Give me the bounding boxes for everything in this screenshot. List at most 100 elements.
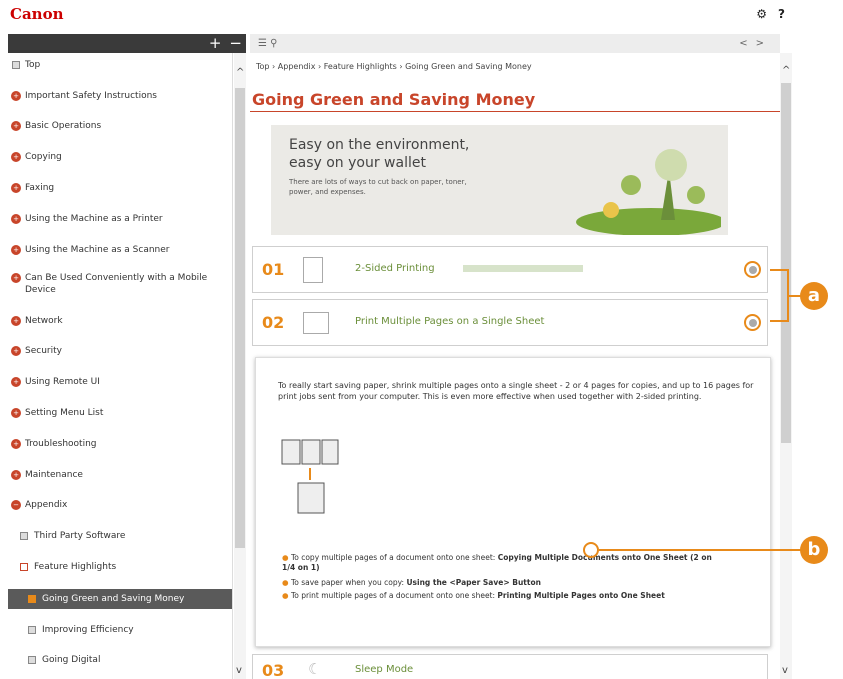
content-scrollbar[interactable]: ^ v — [780, 53, 792, 679]
multi-page-illustration — [281, 439, 339, 514]
sidebar-item-label: Feature Highlights — [34, 562, 117, 572]
expand-icon[interactable]: + — [11, 273, 21, 283]
sidebar-item[interactable]: + Important Safety Instructions — [8, 86, 232, 106]
sidebar-item-label: Going Green and Saving Money — [42, 594, 185, 604]
expand-all-button[interactable]: + — [209, 34, 222, 53]
toc-icon[interactable]: ☰ — [258, 38, 267, 49]
callout-line — [770, 269, 788, 271]
sidebar-item[interactable]: + Can Be Used Conveniently with a Mobile D… — [8, 268, 232, 298]
expand-icon[interactable]: + — [11, 408, 21, 418]
scroll-down-icon[interactable]: v — [236, 665, 242, 676]
sidebar-item-label: Going Digital — [42, 655, 101, 665]
sidebar-item-label: Using Remote UI — [25, 377, 100, 387]
breadcrumb[interactable]: Top › Appendix › Feature Highlights › Go… — [256, 62, 532, 71]
scroll-up-icon[interactable]: ^ — [782, 65, 790, 76]
help-icon[interactable]: ? — [778, 7, 785, 21]
sidebar-item[interactable]: Feature Highlights — [8, 557, 232, 577]
sidebar-item[interactable]: − Appendix — [8, 495, 232, 515]
leaf-illustration — [576, 149, 721, 235]
callout-line — [599, 549, 801, 551]
feature-card-03[interactable]: 03 Sleep Mode ☾ — [252, 654, 768, 679]
card-number: 01 — [262, 260, 285, 279]
page-icon — [12, 61, 20, 69]
callout-b: b — [800, 536, 828, 564]
feature-card-02[interactable]: 02 Print Multiple Pages on a Single Shee… — [252, 299, 768, 346]
sidebar-item[interactable]: + Security — [8, 341, 232, 361]
app-header: Canon ⚙ ? — [0, 0, 843, 30]
sidebar-item[interactable]: Going Digital — [8, 650, 232, 670]
sidebar-item-label: Important Safety Instructions — [25, 91, 157, 101]
callout-line — [770, 320, 788, 322]
sidebar-item[interactable]: + Maintenance — [8, 465, 232, 485]
sidebar-item[interactable]: + Network — [8, 311, 232, 331]
collapse-all-button[interactable]: − — [229, 34, 242, 53]
sidebar-item[interactable]: Improving Efficiency — [8, 620, 232, 640]
expand-icon[interactable]: + — [11, 377, 21, 387]
expand-icon[interactable]: + — [11, 152, 21, 162]
expand-icon[interactable]: + — [11, 91, 21, 101]
sidebar-item-label: Copying — [25, 152, 62, 162]
sidebar: + − Top + Important Safety Instructions + Ba… — [8, 34, 246, 679]
sidebar-item[interactable]: + Using the Machine as a Printer — [8, 209, 232, 229]
page-icon — [28, 595, 36, 603]
link-paper-save[interactable]: Using the <Paper Save> Button — [406, 578, 541, 587]
next-page-button[interactable]: > — [756, 38, 772, 49]
expand-icon[interactable]: + — [11, 121, 21, 131]
hero-line-2: easy on your wallet — [289, 155, 426, 171]
expanded-panel: To really start saving paper, shrink mul… — [255, 357, 771, 647]
callout-line — [787, 295, 801, 297]
sidebar-item[interactable]: Going Green and Saving Money — [8, 589, 232, 609]
collapse-icon[interactable]: − — [11, 500, 21, 510]
sidebar-item-label: Appendix — [25, 500, 68, 510]
sidebar-item-label: Basic Operations — [25, 121, 102, 131]
sidebar-item[interactable]: + Copying — [8, 147, 232, 167]
sidebar-item-label: Third Party Software — [34, 531, 126, 541]
page-title: Going Green and Saving Money — [252, 90, 536, 109]
highlight-circle — [583, 542, 599, 558]
content-scroll-thumb[interactable] — [781, 83, 791, 443]
scroll-up-icon[interactable]: ^ — [236, 67, 244, 78]
sidebar-item[interactable]: + Troubleshooting — [8, 434, 232, 454]
expand-icon[interactable]: + — [11, 346, 21, 356]
settings-icon[interactable]: ⚙ — [756, 7, 767, 21]
sidebar-scrollbar[interactable]: ^ v — [234, 53, 246, 679]
scroll-down-icon[interactable]: v — [782, 665, 788, 676]
expand-toggle-icon[interactable] — [744, 314, 761, 331]
moon-icon: ☾ — [308, 660, 322, 678]
card-number: 03 — [262, 661, 285, 679]
sidebar-item[interactable]: Top — [8, 55, 232, 75]
link-printing-multiple[interactable]: Printing Multiple Pages onto One Sheet — [497, 591, 664, 600]
sidebar-item-label: Can Be Used Conveniently with a Mobile — [25, 273, 208, 283]
sidebar-item[interactable]: + Setting Menu List — [8, 403, 232, 423]
expand-toggle-icon[interactable] — [744, 261, 761, 278]
expand-icon[interactable]: + — [11, 245, 21, 255]
content-area: ☰ ⚲ <> Top › Appendix › Feature Highligh… — [250, 34, 843, 679]
prev-page-button[interactable]: < — [739, 38, 755, 49]
sidebar-item[interactable]: + Faxing — [8, 178, 232, 198]
sidebar-item-label: Troubleshooting — [25, 439, 97, 449]
sidebar-scroll-thumb[interactable] — [235, 88, 245, 548]
card-title: Print Multiple Pages on a Single Sheet — [355, 316, 545, 327]
content-toolbar: ☰ ⚲ <> — [250, 34, 780, 53]
expand-icon[interactable]: + — [11, 439, 21, 449]
feature-card-01[interactable]: 01 2-Sided Printing — [252, 246, 768, 293]
hero-banner: Easy on the environment, easy on your wa… — [271, 125, 728, 235]
card-summary-blur — [463, 265, 583, 272]
sidebar-item[interactable]: + Using Remote UI — [8, 372, 232, 392]
expand-icon[interactable]: + — [11, 470, 21, 480]
expand-icon[interactable]: + — [11, 316, 21, 326]
search-icon[interactable]: ⚲ — [270, 38, 277, 49]
panel-text: To really start saving paper, shrink mul… — [278, 381, 754, 401]
sidebar-item[interactable]: Third Party Software — [8, 526, 232, 546]
sidebar-item-label: Faxing — [25, 183, 55, 193]
sidebar-item-label: Maintenance — [25, 470, 83, 480]
hero-line-1: Easy on the environment, — [289, 137, 470, 153]
sidebar-item-label: Network — [25, 316, 63, 326]
page-icon — [20, 532, 28, 540]
expand-icon[interactable]: + — [11, 183, 21, 193]
bullet-item: ● To print multiple pages of a document … — [282, 591, 665, 600]
expand-icon[interactable]: + — [11, 214, 21, 224]
sidebar-item[interactable]: + Using the Machine as a Scanner — [8, 240, 232, 260]
sidebar-item-label: Setting Menu List — [25, 408, 104, 418]
sidebar-item[interactable]: + Basic Operations — [8, 116, 232, 136]
